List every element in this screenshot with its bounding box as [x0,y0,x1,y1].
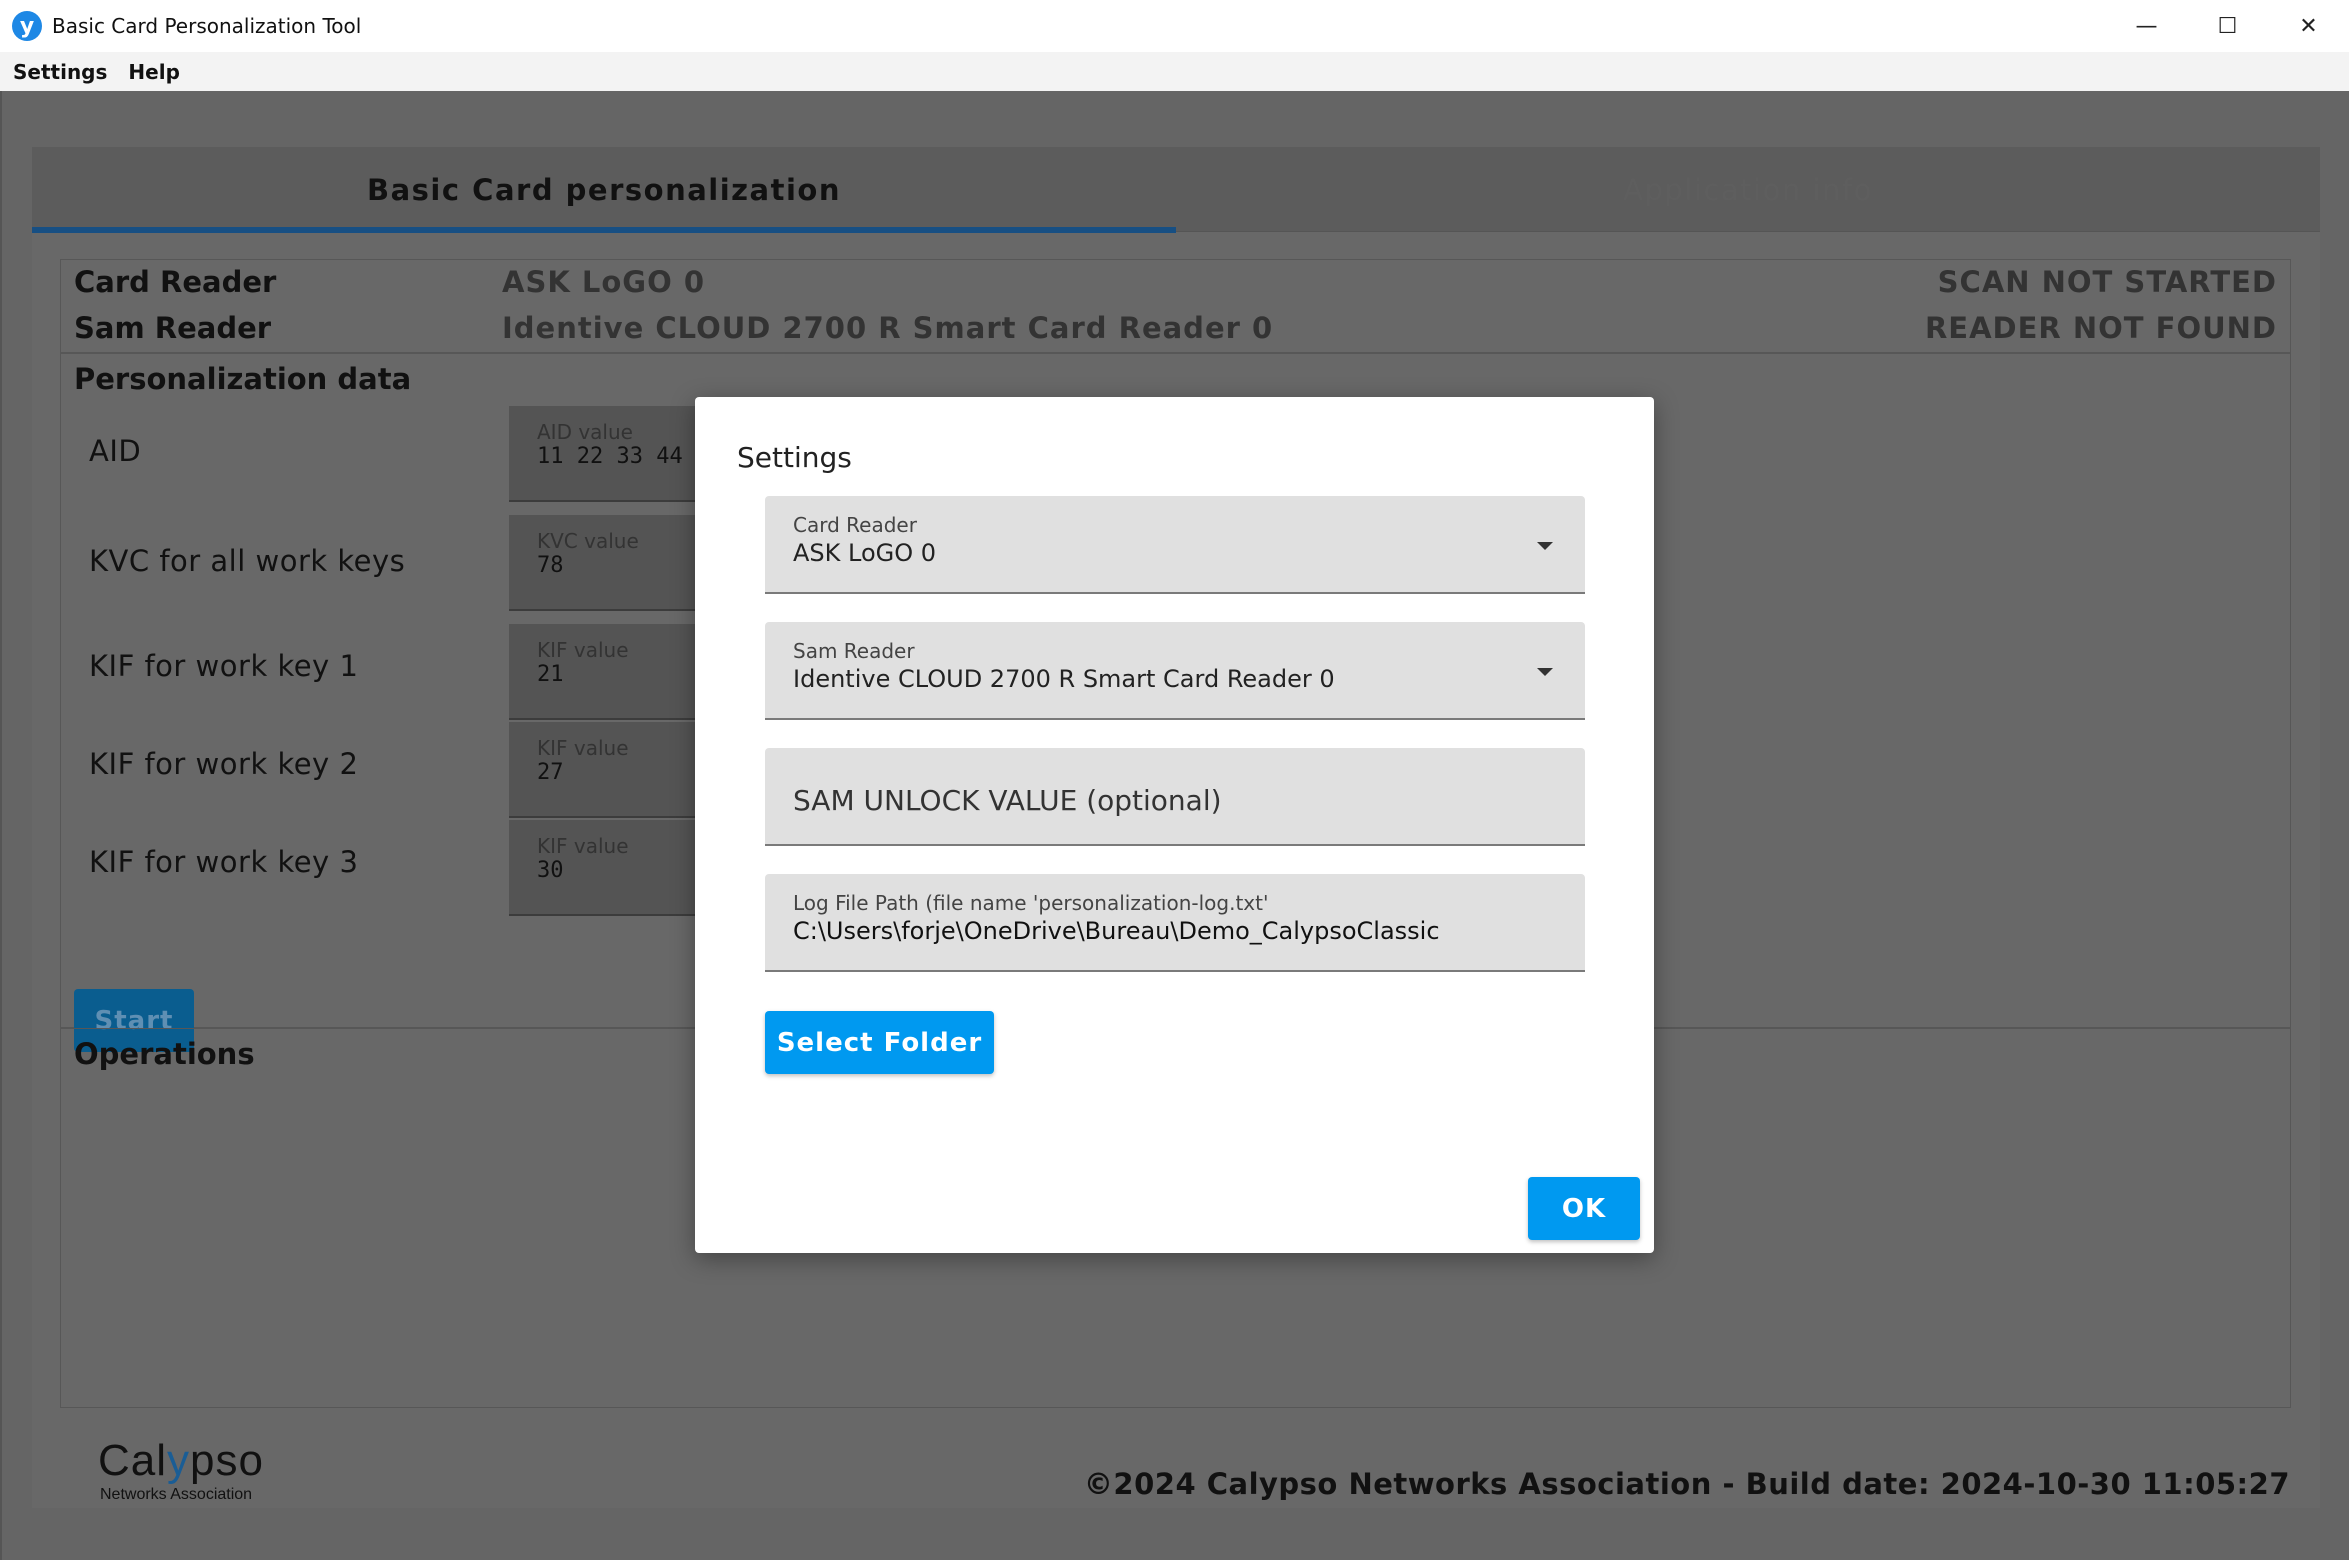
logo-text-post: pso [190,1436,264,1485]
kif2-field-value: 27 [537,760,564,785]
close-icon: ✕ [2299,13,2318,39]
tab-application-info[interactable]: Application info [1176,147,2320,232]
card-reader-status: SCAN NOT STARTED [1937,265,2277,299]
minimize-icon: — [2135,13,2158,39]
readers-section: Card Reader ASK LoGO 0 SCAN NOT STARTED … [60,259,2291,353]
kif1-label: KIF for work key 1 [89,649,359,683]
logo-subtitle: Networks Association [100,1486,253,1503]
minimize-button[interactable]: — [2106,0,2187,52]
card-reader-select-value: ASK LoGO 0 [793,539,937,567]
kif3-input[interactable]: KIF value 30 [509,820,701,916]
close-button[interactable]: ✕ [2268,0,2349,52]
log-file-path-value: C:\Users\forje\OneDrive\Bureau\Demo_Caly… [793,917,1440,945]
aid-label: AID [89,434,142,468]
card-reader-label: Card Reader [74,265,277,299]
sam-reader-status: READER NOT FOUND [1924,311,2277,345]
kif1-field-label: KIF value [537,638,629,662]
sam-reader-select-label: Sam Reader [793,639,915,663]
kvc-field-label: KVC value [537,529,639,553]
kvc-input[interactable]: KVC value 78 [509,515,701,611]
card-reader-select-label: Card Reader [793,513,917,537]
aid-field-label: AID value [537,420,633,444]
kif2-input[interactable]: KIF value 27 [509,722,701,818]
maximize-button[interactable]: ☐ [2187,0,2268,52]
tab-basic-card-personalization[interactable]: Basic Card personalization [32,147,1176,233]
logo-text-pre: Cal [98,1436,168,1485]
title-bar: y Basic Card Personalization Tool — ☐ ✕ [0,0,2349,52]
card-reader-value: ASK LoGO 0 [502,265,706,299]
sam-unlock-placeholder: SAM UNLOCK VALUE (optional) [793,784,1222,817]
dropdown-arrow-icon [1537,668,1553,676]
personalization-heading: Personalization data [74,362,412,396]
settings-dialog: Settings Card Reader ASK LoGO 0 Sam Read… [695,397,1654,1253]
menu-help[interactable]: Help [128,60,179,84]
kif2-field-label: KIF value [537,736,629,760]
maximize-icon: ☐ [2217,13,2238,39]
dialog-title: Settings [737,441,852,474]
window-title: Basic Card Personalization Tool [52,14,362,38]
kif1-input[interactable]: KIF value 21 [509,624,701,720]
dropdown-arrow-icon [1537,542,1553,550]
select-folder-button[interactable]: Select Folder [765,1011,994,1074]
y-logo-icon: y [12,11,42,41]
sam-reader-label: Sam Reader [74,311,272,345]
kif2-label: KIF for work key 2 [89,747,359,781]
tab-bar: Basic Card personalization Application i… [32,147,2320,233]
kif3-label: KIF for work key 3 [89,845,359,879]
kvc-label: KVC for all work keys [89,544,406,578]
operations-heading: Operations [74,1037,255,1071]
log-file-path-input[interactable]: Log File Path (file name 'personalizatio… [765,874,1585,972]
menu-bar: Settings Help [0,52,2349,91]
sam-reader-select-value: Identive CLOUD 2700 R Smart Card Reader … [793,665,1335,693]
kif3-field-label: KIF value [537,834,629,858]
menu-settings[interactable]: Settings [13,60,107,84]
log-file-path-label: Log File Path (file name 'personalizatio… [793,891,1269,915]
sam-reader-select[interactable]: Sam Reader Identive CLOUD 2700 R Smart C… [765,622,1585,720]
calypso-logo: Calypso Networks Association [98,1436,264,1504]
kif3-field-value: 30 [537,858,564,883]
kif1-field-value: 21 [537,662,564,687]
window-controls: — ☐ ✕ [2106,0,2349,52]
ok-button[interactable]: OK [1528,1177,1640,1240]
copyright-build-date: ©2024 Calypso Networks Association - Bui… [1083,1467,2290,1501]
kvc-field-value: 78 [537,553,564,578]
logo-text-y: y [167,1436,191,1485]
card-reader-select[interactable]: Card Reader ASK LoGO 0 [765,496,1585,594]
sam-reader-value: Identive CLOUD 2700 R Smart Card Reader … [502,311,1274,345]
sam-unlock-input[interactable]: SAM UNLOCK VALUE (optional) [765,748,1585,846]
